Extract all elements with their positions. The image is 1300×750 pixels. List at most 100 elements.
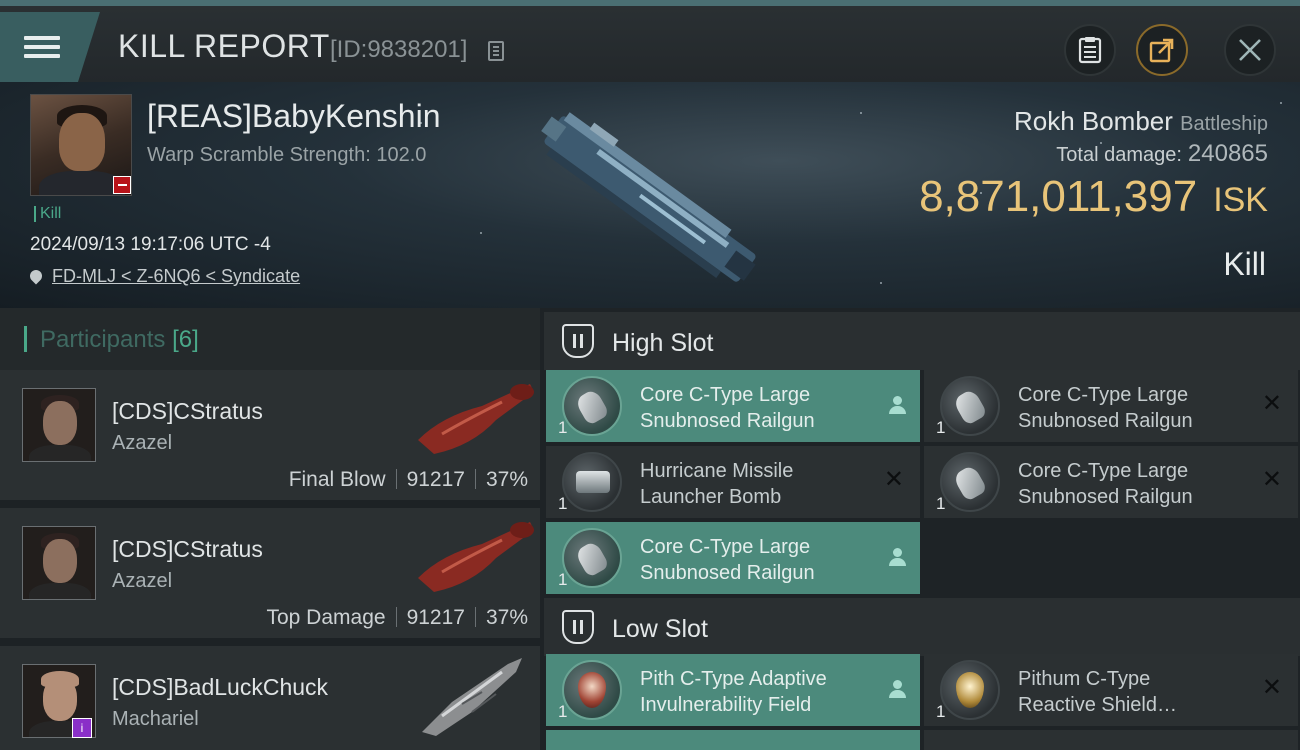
clipboard-icon — [1078, 37, 1102, 64]
destroyed-x-icon: ✕ — [883, 466, 904, 493]
page-title: KILL REPORT — [118, 28, 330, 64]
kill-tag: Kill — [34, 206, 61, 222]
participant-row[interactable]: i [CDS]BadLuckChuck Machariel — [0, 646, 540, 750]
railgun-icon — [562, 376, 622, 436]
security-status-badge — [113, 176, 131, 194]
module-quantity: 1 — [558, 570, 568, 589]
participant-stats: Final Blow 91217 37% — [289, 468, 528, 492]
share-icon — [1149, 38, 1174, 63]
fitted-person-icon — [888, 396, 906, 416]
module-name: Hurricane Missile Launcher Bomb — [640, 460, 794, 508]
destroyed-x-icon: ✕ — [1261, 674, 1282, 701]
module-name: Pith C-Type Adaptive Invulnerability Fiel… — [640, 668, 827, 716]
fitted-person-icon — [888, 680, 906, 700]
kill-location[interactable]: FD-MLJ < Z-6NQ6 < Syndicate — [27, 266, 300, 287]
railgun-icon — [940, 452, 1000, 512]
module-item[interactable]: 1 Core C-Type Large Snubnosed Railgun ✕ — [924, 446, 1298, 518]
participant-ship: Azazel — [112, 570, 173, 592]
participant-ship-image — [422, 658, 522, 736]
module-name: Core C-Type Large Snubnosed Railgun — [1018, 384, 1193, 432]
header-bar: KILL REPORT [ID:9838201] — [0, 0, 1300, 82]
participant-stats: Top Damage 91217 37% — [266, 606, 528, 630]
participant-name: [CDS]BadLuckChuck — [112, 674, 329, 700]
header-accent — [24, 326, 27, 352]
kill-timestamp: 2024/09/13 19:17:06 UTC -4 — [30, 234, 271, 255]
railgun-icon — [562, 528, 622, 588]
victim-name[interactable]: [REAS]BabyKenshin — [147, 98, 441, 135]
copy-icon[interactable] — [488, 41, 504, 61]
destroyed-x-icon: ✕ — [1261, 466, 1282, 493]
share-button[interactable] — [1136, 24, 1188, 76]
close-button[interactable] — [1224, 24, 1276, 76]
participant-ship-image — [418, 384, 534, 454]
module-item[interactable]: 1 Pith C-Type Adaptive Invulnerability Fi… — [546, 654, 920, 726]
participant-ship-image — [418, 522, 534, 592]
high-slot-icon — [562, 324, 594, 358]
module-quantity: 1 — [558, 494, 568, 513]
participant-row[interactable]: [CDS]CStratus Azazel Final Blow 91217 37% — [0, 370, 540, 504]
participants-count: [6] — [172, 326, 199, 353]
clipboard-button[interactable] — [1064, 24, 1116, 76]
isk-value: 8,871,011,397 ISK — [919, 172, 1268, 222]
module-name: Core C-Type Large Snubnosed Railgun — [640, 384, 815, 432]
participant-avatar[interactable] — [22, 388, 96, 462]
hamburger-menu-icon — [24, 31, 60, 63]
module-quantity: 1 — [936, 494, 946, 513]
participants-label: Participants — [40, 326, 166, 353]
participant-name: [CDS]CStratus — [112, 536, 263, 562]
total-damage: Total damage: 240865 — [1056, 140, 1268, 168]
isk-unit: ISK — [1213, 181, 1268, 219]
location-link[interactable]: FD-MLJ < Z-6NQ6 < Syndicate — [52, 266, 300, 286]
fitting-panel: High Slot 1 Core C-Type Large Snubnosed R… — [540, 308, 1300, 750]
warp-scramble-strength: Warp Scramble Strength: 102.0 — [147, 144, 427, 166]
missile-launcher-icon — [562, 452, 622, 512]
participant-percent: 37% — [485, 606, 528, 629]
module-quantity: 1 — [558, 702, 568, 721]
module-item-partial[interactable] — [924, 730, 1298, 750]
participants-header[interactable]: Participants [6] — [0, 308, 540, 370]
victim-ship-name: Rokh Bomber Battleship — [1014, 106, 1268, 137]
low-slot-icon — [562, 610, 594, 644]
module-item[interactable]: 1 Core C-Type Large Snubnosed Railgun — [546, 370, 920, 442]
fitted-person-icon — [888, 548, 906, 568]
destroyed-x-icon: ✕ — [1261, 390, 1282, 417]
module-quantity: 1 — [936, 702, 946, 721]
module-item[interactable]: 1 Core C-Type Large Snubnosed Railgun ✕ — [924, 370, 1298, 442]
shield-module-icon — [940, 660, 1000, 720]
close-icon — [1239, 39, 1261, 61]
participant-ship: Machariel — [112, 708, 199, 730]
low-slot-label: Low Slot — [612, 615, 708, 643]
report-id: [ID:9838201] — [330, 36, 468, 63]
high-slot-header: High Slot — [544, 312, 1300, 370]
shield-module-icon — [562, 660, 622, 720]
module-item-partial[interactable] — [546, 730, 920, 750]
module-item[interactable]: 1 Core C-Type Large Snubnosed Railgun — [546, 522, 920, 594]
menu-button[interactable] — [0, 12, 100, 82]
module-name: Core C-Type Large Snubnosed Railgun — [1018, 460, 1193, 508]
module-item[interactable]: 1 Pithum C-Type Reactive Shield… ✕ — [924, 654, 1298, 726]
high-slot-label: High Slot — [612, 329, 714, 357]
participant-percent: 37% — [485, 468, 528, 491]
participant-role: Top Damage — [266, 606, 386, 629]
total-damage-value: 240865 — [1187, 140, 1268, 167]
railgun-icon — [940, 376, 1000, 436]
info-badge: i — [72, 718, 92, 738]
participants-title: Participants [6] — [40, 326, 199, 354]
ship-class: Battleship — [1180, 113, 1268, 135]
module-item[interactable]: 1 Hurricane Missile Launcher Bomb ✕ — [546, 446, 920, 518]
module-name: Core C-Type Large Snubnosed Railgun — [640, 536, 815, 584]
victim-banner: [REAS]BabyKenshin Warp Scramble Strength… — [0, 82, 1300, 308]
total-damage-label: Total damage: — [1056, 144, 1182, 166]
participant-ship: Azazel — [112, 432, 173, 454]
victim-ship-image — [541, 112, 756, 282]
participant-role: Final Blow — [288, 468, 386, 491]
module-name: Pithum C-Type Reactive Shield… — [1018, 668, 1177, 716]
participant-avatar[interactable] — [22, 526, 96, 600]
isk-amount: 8,871,011,397 — [919, 172, 1198, 221]
low-slot-header: Low Slot — [544, 598, 1300, 656]
participant-name: [CDS]CStratus — [112, 398, 263, 424]
participant-damage: 91217 — [406, 606, 465, 629]
participant-row[interactable]: [CDS]CStratus Azazel Top Damage 91217 37% — [0, 508, 540, 642]
location-pin-icon — [27, 267, 45, 285]
module-quantity: 1 — [558, 418, 568, 437]
